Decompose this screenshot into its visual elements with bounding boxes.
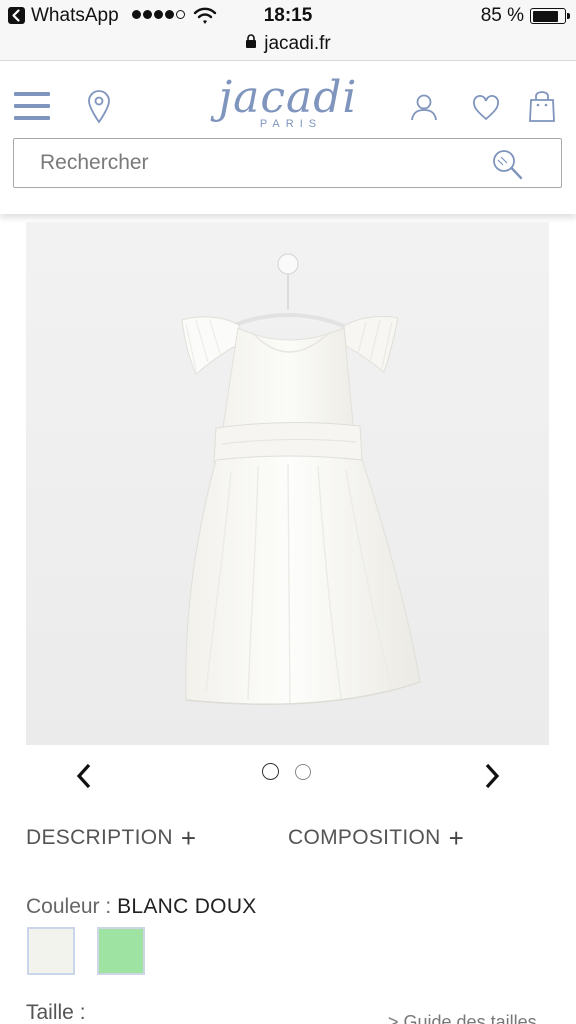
search-input[interactable] xyxy=(14,139,484,187)
colour-swatch-blanc-doux[interactable] xyxy=(27,927,75,975)
store-locator-icon[interactable] xyxy=(87,90,111,129)
colour-label: Couleur : xyxy=(26,895,112,918)
wishlist-heart-icon[interactable] xyxy=(472,95,500,126)
account-icon[interactable] xyxy=(409,92,439,127)
site-header: jacadi PARIS xyxy=(0,62,576,214)
description-label: DESCRIPTION xyxy=(26,826,173,849)
composition-label: COMPOSITION xyxy=(288,826,441,849)
carousel-pagination xyxy=(262,763,311,780)
shopping-bag-icon[interactable] xyxy=(528,91,556,128)
battery-icon xyxy=(530,8,570,24)
product-image[interactable] xyxy=(26,222,549,745)
colour-value: BLANC DOUX xyxy=(117,895,257,918)
status-bar: WhatsApp 18:15 85 % xyxy=(0,0,576,32)
carousel-dot-2[interactable] xyxy=(295,763,311,780)
search-icon[interactable] xyxy=(491,149,525,186)
browser-url-bar[interactable]: jacadi.fr xyxy=(0,32,576,61)
composition-accordion[interactable]: COMPOSITION + xyxy=(288,822,465,853)
jacadi-logo[interactable]: jacadi PARIS xyxy=(218,76,358,131)
next-image-chevron-icon[interactable] xyxy=(480,760,504,792)
lock-icon xyxy=(245,33,257,55)
previous-image-chevron-icon[interactable] xyxy=(72,760,96,792)
battery-percentage: 85 % xyxy=(480,5,524,26)
colour-selection: Couleur : BLANC DOUX xyxy=(26,895,257,919)
search-box[interactable] xyxy=(13,138,562,188)
expand-plus-icon: + xyxy=(180,822,197,853)
size-guide-link[interactable]: > Guide des tailles xyxy=(388,1012,537,1024)
url-text[interactable]: jacadi.fr xyxy=(264,33,331,55)
expand-plus-icon: + xyxy=(448,822,465,853)
colour-swatch-green[interactable] xyxy=(97,927,145,975)
size-label: Taille : xyxy=(26,1001,86,1024)
carousel-dot-1[interactable] xyxy=(262,763,279,780)
menu-icon[interactable] xyxy=(14,92,50,122)
description-accordion[interactable]: DESCRIPTION + xyxy=(26,822,197,853)
